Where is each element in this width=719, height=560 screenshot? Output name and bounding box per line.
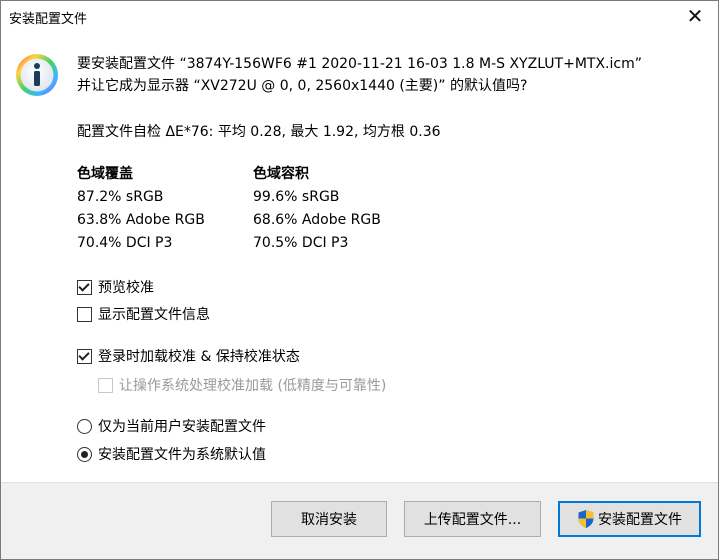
gamut-coverage-srgb: 87.2% sRGB [77,189,164,205]
cancel-install-button[interactable]: 取消安装 [271,501,387,537]
show-profile-info-checkbox[interactable]: 显示配置文件信息 [77,304,210,324]
radio-circle[interactable] [77,418,92,434]
install-profile-label: 安装配置文件 [598,512,682,528]
os-handles-calibration-label: 让操作系统处理校准加载 (低精度与可靠性) [119,378,387,394]
preview-calibration-label: 预览校准 [98,280,154,296]
preview-calibration-checkbox[interactable]: 预览校准 [77,277,154,297]
install-system-default-label: 安装配置文件为系统默认值 [98,447,266,463]
install-system-default-radio[interactable]: 安装配置文件为系统默认值 [77,444,266,464]
title-bar: 安装配置文件 ✕ [1,1,718,31]
checkbox-box[interactable] [77,306,92,322]
message-line-2: 并让它成为显示器 “XV272U @ 0, 0, 2560x1440 (主要)”… [77,78,528,94]
close-icon: ✕ [686,4,704,28]
show-profile-info-label: 显示配置文件信息 [98,307,210,323]
checkbox-box [98,377,113,393]
load-calibration-on-login-label: 登录时加载校准 & 保持校准状态 [98,349,300,365]
gamut-volume-header: 色域容积 [253,166,309,182]
info-icon [16,54,58,96]
install-current-user-radio[interactable]: 仅为当前用户安装配置文件 [77,416,266,436]
profile-self-check: 配置文件自检 ΔE*76: 平均 0.28, 最大 1.92, 均方根 0.36 [77,124,441,140]
os-handles-calibration-checkbox: 让操作系统处理校准加载 (低精度与可靠性) [98,375,386,395]
install-profile-dialog: 安装配置文件 ✕ 要安装配置文件 “3874Y-156WF6 #1 2020-1… [0,0,719,560]
gamut-coverage-dci-p3: 70.4% DCI P3 [77,235,173,251]
uac-shield-icon [578,510,594,528]
checkbox-box[interactable] [77,348,92,364]
gamut-coverage-adobe-rgb: 63.8% Adobe RGB [77,212,205,228]
window-title: 安装配置文件 [9,12,88,27]
close-button[interactable]: ✕ [672,1,718,31]
gamut-coverage-header: 色域覆盖 [77,166,133,182]
gamut-volume-srgb: 99.6% sRGB [253,189,340,205]
install-profile-button[interactable]: 安装配置文件 [558,501,701,537]
radio-circle[interactable] [77,446,92,462]
gamut-coverage-column: 色域覆盖 87.2% sRGB 63.8% Adobe RGB 70.4% DC… [77,163,205,255]
gamut-volume-column: 色域容积 99.6% sRGB 68.6% Adobe RGB 70.5% DC… [253,163,381,255]
button-bar: 取消安装 上传配置文件... 安装配置文件 [1,482,718,559]
load-calibration-on-login-checkbox[interactable]: 登录时加载校准 & 保持校准状态 [77,346,300,366]
upload-profile-button[interactable]: 上传配置文件... [404,501,541,537]
confirmation-message: 要安装配置文件 “3874Y-156WF6 #1 2020-11-21 16-0… [77,53,642,97]
gamut-volume-dci-p3: 70.5% DCI P3 [253,235,349,251]
checkbox-box[interactable] [77,279,92,295]
message-line-1: 要安装配置文件 “3874Y-156WF6 #1 2020-11-21 16-0… [77,56,642,72]
gamut-volume-adobe-rgb: 68.6% Adobe RGB [253,212,381,228]
install-current-user-label: 仅为当前用户安装配置文件 [98,419,266,435]
